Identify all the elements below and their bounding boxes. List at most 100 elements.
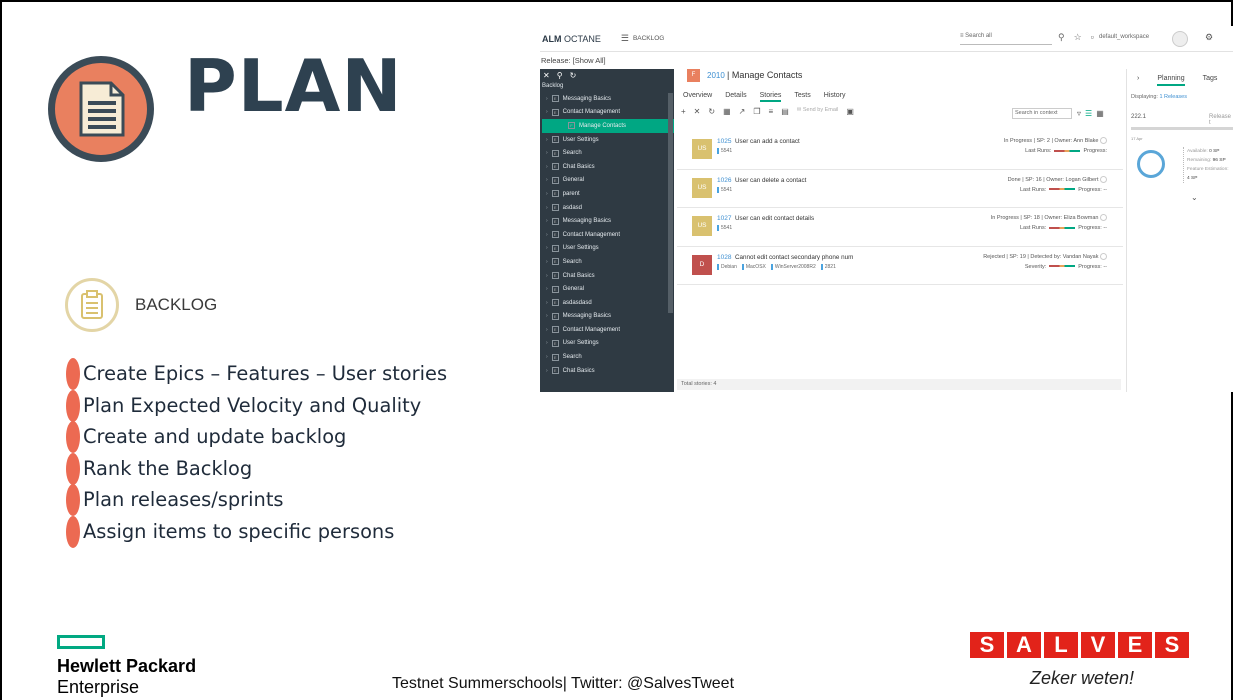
send-email-button[interactable]: ✉ Send by Email: [797, 107, 839, 116]
tree-item[interactable]: › E General: [540, 174, 674, 188]
chevron-right-icon[interactable]: ›: [546, 273, 548, 279]
bullet-item: Plan Expected Velocity and Quality: [66, 389, 447, 422]
refresh-icon[interactable]: ↻: [708, 107, 715, 116]
tree-item[interactable]: › Eparent: [540, 187, 674, 201]
notifications-icon[interactable]: ▫: [1091, 32, 1094, 43]
tree-item[interactable]: › E User Settings: [540, 133, 674, 147]
workspace-selector[interactable]: default_workspace: [1099, 34, 1149, 40]
chevron-right-icon[interactable]: ›: [546, 368, 548, 374]
tree-item[interactable]: › E Search: [540, 146, 674, 160]
list-view-icon[interactable]: ☰: [1085, 109, 1092, 118]
chevron-right-icon[interactable]: ›: [546, 205, 548, 211]
star-icon[interactable]: ☆: [1074, 32, 1082, 43]
grid-view-icon[interactable]: ▦: [1096, 109, 1104, 118]
view-toggle: ▿ ☰ ▦: [1077, 109, 1104, 118]
tree-item[interactable]: › E User Settings: [540, 242, 674, 256]
tree-item[interactable]: › E Contact Management: [540, 228, 674, 242]
chevron-right-icon[interactable]: ›: [546, 96, 548, 102]
chevron-right-icon[interactable]: ›: [546, 245, 548, 251]
gear-icon[interactable]: ⚙: [1205, 32, 1213, 43]
story-id[interactable]: 1027: [717, 215, 731, 222]
document-icon[interactable]: ▤: [781, 107, 789, 116]
tree-item[interactable]: › E Messaging Basics: [540, 92, 674, 106]
search-icon[interactable]: ⚲: [557, 71, 563, 80]
tab-planning[interactable]: Planning: [1157, 75, 1185, 86]
release-filter[interactable]: Release: [Show All]: [541, 56, 606, 65]
tree-item[interactable]: › E General: [540, 282, 674, 296]
story-id[interactable]: 1026: [717, 177, 731, 184]
tree-item[interactable]: › E Contact Management: [540, 106, 674, 120]
feature-id[interactable]: 2010: [707, 71, 725, 80]
chevron-right-icon[interactable]: ›: [546, 164, 548, 170]
tab-stories[interactable]: Stories: [759, 92, 782, 102]
context-search-input[interactable]: Search in context: [1012, 108, 1072, 119]
chevron-right-icon[interactable]: ›: [546, 340, 548, 346]
tab-history[interactable]: History: [824, 92, 846, 102]
tree-root[interactable]: Backlog: [540, 81, 674, 92]
export-icon[interactable]: ▣: [846, 107, 854, 116]
filter-icon[interactable]: ≡: [769, 107, 774, 116]
story-id[interactable]: 1025: [717, 138, 731, 145]
refresh-icon[interactable]: ↻: [570, 71, 577, 80]
close-icon[interactable]: ✕: [543, 71, 550, 80]
module-label[interactable]: BACKLOG: [633, 35, 664, 42]
chevron-right-icon[interactable]: ›: [546, 313, 548, 319]
story-row[interactable]: US 1027 User can edit contact details 5541 I…: [677, 208, 1123, 247]
tree-scrollbar[interactable]: [668, 93, 673, 313]
story-id[interactable]: 1028: [717, 254, 731, 261]
tree-item[interactable]: › E Search: [540, 350, 674, 364]
chevron-right-icon[interactable]: ›: [546, 218, 548, 224]
chevron-right-icon[interactable]: ›: [546, 300, 548, 306]
chevron-right-icon[interactable]: ›: [546, 232, 548, 238]
grid-icon[interactable]: ▦: [723, 107, 731, 116]
story-title[interactable]: Cannot edit contact secondary phone num: [735, 254, 853, 261]
tree-item[interactable]: › E Search: [540, 255, 674, 269]
user-avatar[interactable]: [1172, 31, 1188, 47]
story-row[interactable]: US 1025 User can add a contact 5541 In Progr…: [677, 131, 1123, 170]
chevron-right-icon[interactable]: ›: [546, 327, 548, 333]
feature-detail: F 2010 | Manage Contacts Overview Detail…: [677, 69, 1125, 392]
tree-item[interactable]: › E Contact Management: [540, 323, 674, 337]
close-icon[interactable]: ✕: [694, 107, 701, 116]
tree-item[interactable]: › E Chat Basics: [540, 364, 674, 378]
copy-icon[interactable]: ❐: [753, 107, 760, 116]
tab-details[interactable]: Details: [725, 92, 746, 102]
chevron-right-icon[interactable]: ›: [546, 137, 548, 143]
link-icon[interactable]: ↗: [739, 107, 746, 116]
chevron-right-icon[interactable]: ›: [546, 191, 548, 197]
releases-link[interactable]: 1 Releases: [1159, 94, 1187, 100]
filter-icon[interactable]: ▿: [1077, 109, 1081, 118]
collapse-icon[interactable]: ›: [1137, 75, 1139, 86]
story-type-tile: US: [692, 216, 712, 237]
tree-item[interactable]: › Easdasd: [540, 201, 674, 215]
tree-item[interactable]: › Easdasdasd: [540, 296, 674, 310]
story-title[interactable]: User can edit contact details: [735, 215, 814, 222]
owner-avatar-icon: [1100, 214, 1107, 222]
tree-item[interactable]: › E Messaging Basics: [540, 310, 674, 324]
chevron-down-icon[interactable]: ⌄: [1191, 193, 1198, 202]
chevron-right-icon[interactable]: ›: [546, 109, 548, 115]
tab-tests[interactable]: Tests: [794, 92, 810, 102]
tab-overview[interactable]: Overview: [683, 92, 712, 102]
tree-item[interactable]: › E Messaging Basics: [540, 214, 674, 228]
tree-item[interactable]: › E User Settings: [540, 337, 674, 351]
chevron-right-icon[interactable]: ›: [546, 354, 548, 360]
tree-item[interactable]: F Manage Contacts: [542, 119, 674, 133]
chevron-right-icon[interactable]: ›: [546, 177, 548, 183]
story-title[interactable]: User can add a contact: [735, 138, 800, 145]
tree-item[interactable]: › E Chat Basics: [540, 269, 674, 283]
tree-item[interactable]: › E Chat Basics: [540, 160, 674, 174]
chevron-right-icon[interactable]: ›: [546, 286, 548, 292]
tab-tags[interactable]: Tags: [1203, 75, 1218, 86]
hamburger-menu-icon[interactable]: ☰: [621, 33, 629, 44]
chevron-right-icon[interactable]: ›: [546, 150, 548, 156]
search-icon[interactable]: ⚲: [1058, 32, 1065, 43]
capacity-stat: Remaining: 96 SP: [1187, 158, 1226, 163]
global-search-input[interactable]: ≡ Search all: [960, 33, 1052, 45]
chevron-right-icon[interactable]: ›: [546, 259, 548, 265]
capacity-stat: Feature Estimation:: [1187, 167, 1229, 172]
story-row[interactable]: US 1026 User can delete a contact 5541 Done …: [677, 170, 1123, 209]
story-title[interactable]: User can delete a contact: [735, 177, 806, 184]
add-icon[interactable]: +: [681, 107, 686, 116]
story-row[interactable]: D 1028 Cannot edit contact secondary phone…: [677, 247, 1123, 286]
